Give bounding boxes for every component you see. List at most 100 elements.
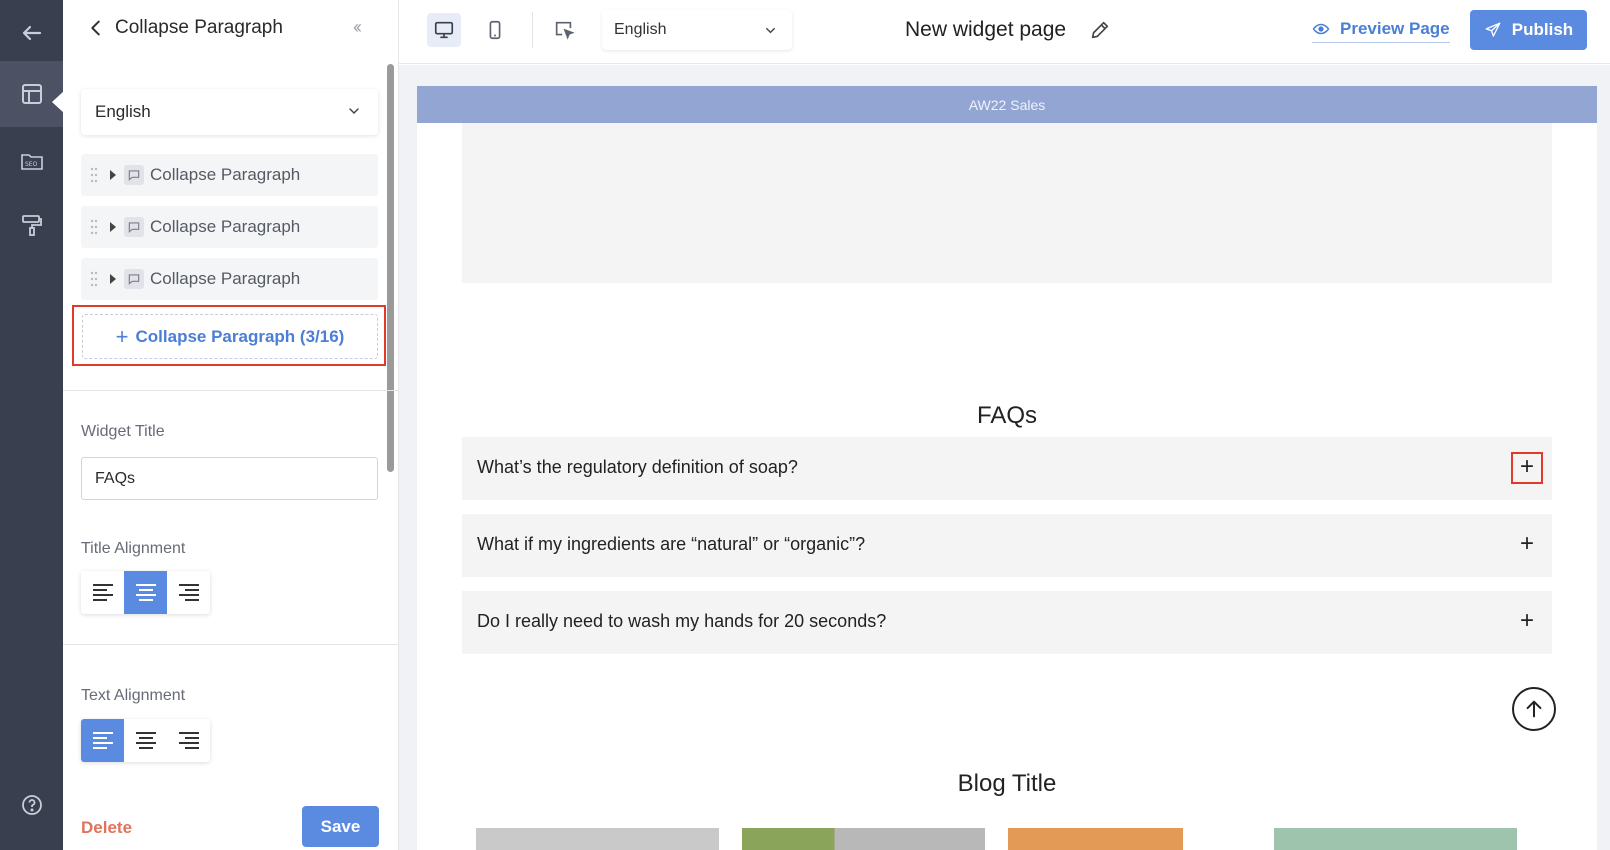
faq-item-1[interactable]: What’s the regulatory definition of soap… <box>462 437 1552 500</box>
help-button[interactable] <box>0 772 63 838</box>
drag-handle-icon[interactable] <box>90 219 98 235</box>
theme-nav-button[interactable] <box>0 192 63 258</box>
align-left-icon <box>92 731 113 749</box>
page-name: New widget page <box>905 18 1067 41</box>
mobile-view-button[interactable] <box>478 13 512 47</box>
delete-button[interactable]: Delete <box>81 818 132 838</box>
page-language-value: English <box>614 21 667 38</box>
plus-icon: + <box>115 323 129 349</box>
double-chevron-left-icon[interactable]: ‹‹ <box>353 17 362 38</box>
preview-page-label: Preview Page <box>1340 19 1450 38</box>
expand-triangle-icon[interactable] <box>110 222 116 232</box>
align-right-icon <box>178 731 199 749</box>
blog-thumbnail[interactable] <box>476 828 719 850</box>
comment-icon <box>124 165 144 185</box>
panel-header: Collapse Paragraph ‹‹ <box>63 0 399 58</box>
cursor-select-icon <box>555 21 575 40</box>
drag-handle-icon[interactable] <box>90 271 98 287</box>
panel-title: Collapse Paragraph <box>115 17 283 38</box>
publish-label: Publish <box>1511 20 1574 39</box>
preview-canvas: AW22 Sales FAQs What’s the regulatory de… <box>399 65 1610 850</box>
add-collapse-paragraph-label: Collapse Paragraph (3/16) <box>135 326 345 346</box>
chevron-left-icon[interactable] <box>85 17 107 39</box>
blog-thumbnail[interactable] <box>742 828 985 850</box>
help-icon <box>21 795 42 815</box>
page-language-select[interactable]: English <box>602 10 792 50</box>
collapse-item-1[interactable]: Collapse Paragraph <box>81 154 378 196</box>
faq-question: What if my ingredients are “natural” or … <box>477 534 866 554</box>
page-preview: AW22 Sales FAQs What’s the regulatory de… <box>417 86 1597 850</box>
add-collapse-paragraph-button[interactable]: + Collapse Paragraph (3/16) <box>82 314 378 359</box>
send-icon <box>1485 22 1501 37</box>
expand-triangle-icon[interactable] <box>110 274 116 284</box>
title-alignment-group <box>81 571 210 614</box>
chevron-down-icon <box>349 108 359 115</box>
app-window: SEO Collapse Paragraph ‹‹ English Collap… <box>0 0 1610 850</box>
expand-plus-icon[interactable]: + <box>1511 452 1543 484</box>
paint-roller-icon <box>21 215 42 236</box>
title-align-right-button[interactable] <box>167 571 210 614</box>
content-placeholder[interactable] <box>462 123 1552 283</box>
drag-handle-icon[interactable] <box>90 167 98 183</box>
text-alignment-label: Text Alignment <box>81 687 186 704</box>
desktop-view-button[interactable] <box>427 13 461 47</box>
faq-item-3[interactable]: Do I really need to wash my hands for 20… <box>462 591 1552 654</box>
left-rail: SEO <box>0 0 64 850</box>
pencil-icon[interactable] <box>1089 19 1111 41</box>
desktop-icon <box>434 21 454 39</box>
blog-section-title: Blog Title <box>957 770 1057 797</box>
text-align-right-button[interactable] <box>167 719 210 762</box>
layout-icon <box>21 84 42 104</box>
align-right-icon <box>178 583 199 601</box>
mobile-icon <box>489 20 501 40</box>
widget-title-input[interactable] <box>81 457 378 500</box>
blog-thumbnail[interactable] <box>1008 828 1251 850</box>
divider <box>63 644 399 645</box>
title-alignment-label: Title Alignment <box>81 540 186 557</box>
eye-icon <box>1312 23 1330 35</box>
text-align-center-button[interactable] <box>124 719 167 762</box>
align-left-icon <box>92 583 113 601</box>
top-toolbar: English New widget page Preview Page Pub… <box>399 0 1610 64</box>
blog-thumbnail[interactable] <box>1274 828 1517 850</box>
expand-plus-icon[interactable]: + <box>1516 609 1538 633</box>
faq-widget-title: FAQs <box>976 402 1037 429</box>
toolbar-divider <box>532 12 533 48</box>
faq-item-2[interactable]: What if my ingredients are “natural” or … <box>462 514 1552 577</box>
language-select-value: English <box>95 102 151 121</box>
expand-triangle-icon[interactable] <box>110 170 116 180</box>
text-align-left-button[interactable] <box>81 719 124 762</box>
collapse-item-label: Collapse Paragraph <box>150 165 301 184</box>
chevron-down-icon <box>766 27 775 34</box>
comment-icon <box>124 269 144 289</box>
collapse-item-label: Collapse Paragraph <box>150 217 301 236</box>
seo-nav-button[interactable]: SEO <box>0 128 63 194</box>
svg-text:SEO: SEO <box>25 161 38 168</box>
seo-icon: SEO <box>20 154 43 170</box>
faq-question: Do I really need to wash my hands for 20… <box>477 611 887 631</box>
text-alignment-group <box>81 719 210 762</box>
faq-question: What’s the regulatory definition of soap… <box>477 457 798 477</box>
collapse-item-3[interactable]: Collapse Paragraph <box>81 258 378 300</box>
preview-page-link[interactable]: Preview Page <box>1312 19 1450 43</box>
widget-title-label: Widget Title <box>81 423 165 440</box>
collapse-item-label: Collapse Paragraph <box>150 269 301 288</box>
select-element-button[interactable] <box>547 13 581 47</box>
highlight-box: + Collapse Paragraph (3/16) <box>72 305 386 366</box>
expand-plus-icon[interactable]: + <box>1516 532 1538 556</box>
save-button[interactable]: Save <box>302 806 379 847</box>
arrow-left-icon <box>22 25 41 41</box>
scroll-to-top-button[interactable] <box>1512 687 1556 731</box>
language-select[interactable]: English <box>81 89 378 135</box>
title-align-center-button[interactable] <box>124 571 167 614</box>
panel-scrollbar[interactable] <box>387 64 394 472</box>
back-button[interactable] <box>0 0 63 66</box>
collapse-item-2[interactable]: Collapse Paragraph <box>81 206 378 248</box>
announcement-banner[interactable]: AW22 Sales <box>417 86 1597 123</box>
arrow-up-icon <box>1526 700 1542 718</box>
align-center-icon <box>135 583 156 601</box>
publish-button[interactable]: Publish <box>1470 10 1587 50</box>
align-center-icon <box>135 731 156 749</box>
settings-panel: Collapse Paragraph ‹‹ English Collapse P… <box>63 0 399 850</box>
title-align-left-button[interactable] <box>81 571 124 614</box>
